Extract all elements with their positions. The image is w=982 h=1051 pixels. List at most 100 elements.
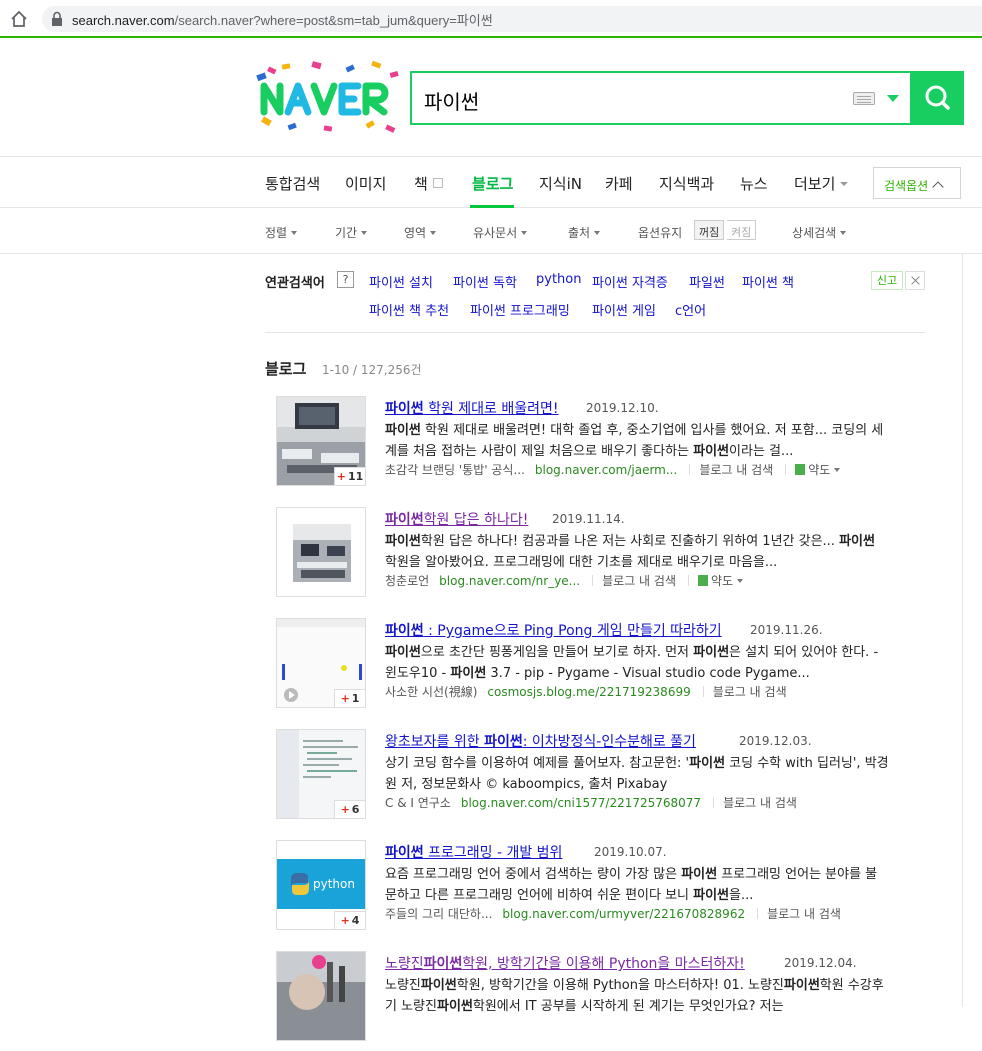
result-title[interactable]: 노량진파이썬학원, 방학기간을 이용해 Python을 마스터하자!: [385, 953, 745, 973]
related-link[interactable]: 파이썬 설치: [369, 272, 433, 291]
result-item: 1 파이썬 : Pygame으로 Ping Pong 게임 만들기 따라하기 2…: [276, 618, 936, 718]
result-snippet: 요즘 프로그래밍 언어 중에서 검색하는 량이 가장 많은 파이썬 프로그래밍 …: [385, 867, 878, 903]
related-link[interactable]: 파이썬 책 추천: [369, 300, 449, 319]
in-blog-search-link[interactable]: 블로그 내 검색: [767, 907, 841, 921]
related-link[interactable]: python: [536, 272, 581, 287]
result-date: 2019.12.10.: [586, 401, 659, 415]
map-link[interactable]: 약도: [711, 574, 733, 588]
filter-area[interactable]: 영역: [404, 224, 437, 241]
filter-source[interactable]: 출처: [568, 224, 601, 241]
report-button[interactable]: 신고: [871, 271, 903, 290]
related-link[interactable]: 파이썬 독학: [453, 272, 517, 291]
caret-down-icon[interactable]: [737, 579, 744, 583]
related-link[interactable]: 파이썬 프로그래밍: [470, 300, 570, 319]
python-wordmark: python: [313, 877, 355, 891]
filter-similar[interactable]: 유사문서: [473, 224, 528, 241]
photo-count-badge: 11: [334, 467, 365, 485]
help-icon[interactable]: ?: [337, 271, 354, 288]
result-title[interactable]: 파이썬 학원 제대로 배울려면!: [385, 398, 559, 418]
tab-encyclopedia[interactable]: 지식백과: [659, 173, 714, 194]
search-button[interactable]: [910, 71, 964, 125]
url-text[interactable]: search.naver.com/search.naver?where=post…: [72, 10, 493, 29]
result-thumbnail[interactable]: python 4: [276, 840, 366, 930]
search-box: 파이썬: [410, 71, 964, 125]
result-source: C & I 연구소 blog.naver.com/cni1577/22172576…: [385, 794, 797, 811]
in-blog-search-link[interactable]: 블로그 내 검색: [723, 796, 797, 810]
search-options-label: 검색옵션: [884, 179, 929, 193]
related-link[interactable]: 파이썬 자격증: [592, 272, 668, 291]
result-item: 6 왕초보자를 위한 파이썬: 이차방정식-인수분해로 풀기 2019.12.0…: [276, 729, 936, 829]
tab-books-label: 책: [414, 175, 428, 193]
search-options-button[interactable]: 검색옵션: [873, 167, 961, 199]
search-tabs: 통합검색 이미지 책 블로그 지식iN 카페 지식백과 뉴스 더보기 검색옵션: [0, 156, 982, 208]
naver-logo[interactable]: [254, 60, 402, 136]
blog-name[interactable]: 청춘로언: [385, 574, 429, 588]
result-snippet: 노량진파이썬학원, 방학기간을 이용해 Python을 마스터하자! 01. 노…: [385, 978, 884, 1014]
result-source: 사소한 시선(視線) cosmosjs.blog.me/221719238699 블…: [385, 683, 787, 700]
tab-more[interactable]: 더보기: [794, 173, 849, 194]
lock-icon: [52, 11, 62, 26]
tab-news[interactable]: 뉴스: [740, 173, 768, 194]
in-blog-search-link[interactable]: 블로그 내 검색: [602, 574, 676, 588]
result-item: 11 파이썬 학원 제대로 배울려면! 2019.12.10. 파이썬 학원 제…: [276, 396, 936, 496]
result-thumbnail[interactable]: [276, 507, 366, 597]
search-icon: [925, 85, 950, 110]
result-thumbnail[interactable]: 11: [276, 396, 366, 486]
map-icon: [698, 575, 708, 586]
home-icon[interactable]: [10, 10, 28, 28]
filter-detail[interactable]: 상세검색: [792, 224, 847, 241]
map-icon: [795, 464, 806, 475]
result-thumbnail[interactable]: 6: [276, 729, 366, 819]
result-url[interactable]: blog.naver.com/urmyver/221670828962: [502, 907, 745, 921]
filter-period[interactable]: 기간: [335, 224, 368, 241]
autocomplete-toggle-icon[interactable]: [887, 95, 899, 102]
caret-down-icon: [291, 231, 298, 235]
result-url[interactable]: blog.naver.com/nr_ye...: [439, 574, 580, 588]
result-thumbnail[interactable]: [276, 951, 366, 1041]
result-url[interactable]: blog.naver.com/cni1577/221725768077: [461, 796, 701, 810]
address-bar: search.naver.com/search.naver?where=post…: [0, 0, 982, 38]
tab-images[interactable]: 이미지: [345, 173, 386, 194]
in-blog-search-link[interactable]: 블로그 내 검색: [713, 685, 787, 699]
result-thumbnail[interactable]: 1: [276, 618, 366, 708]
tab-all[interactable]: 통합검색: [265, 173, 320, 194]
close-icon[interactable]: [905, 271, 925, 290]
section-title: 블로그: [265, 360, 307, 378]
in-blog-search-link[interactable]: 블로그 내 검색: [699, 463, 773, 477]
blog-name[interactable]: C & I 연구소: [385, 796, 451, 810]
blog-name[interactable]: 주들의 그리 대단하...: [385, 907, 492, 921]
result-item: python 4 파이썬 프로그래밍 - 개발 범위 2019.10.07. 요…: [276, 840, 936, 940]
map-link[interactable]: 약도: [808, 463, 830, 477]
result-title[interactable]: 파이썬 프로그래밍 - 개발 범위: [385, 842, 562, 862]
result-item: 노량진파이썬학원, 방학기간을 이용해 Python을 마스터하자! 2019.…: [276, 951, 936, 1051]
blog-name[interactable]: 사소한 시선(視線): [385, 685, 477, 699]
result-url[interactable]: blog.naver.com/jaerm...: [535, 463, 677, 477]
person-photo: [277, 952, 365, 1040]
related-link[interactable]: 파일썬: [689, 272, 725, 291]
result-title[interactable]: 파이썬학원 답은 하나다!: [385, 509, 528, 529]
blog-name[interactable]: 초감각 브랜딩 '통밥' 공식...: [385, 463, 525, 477]
keep-options-off[interactable]: 꺼짐: [694, 220, 725, 240]
keep-options-on[interactable]: 켜짐: [727, 220, 757, 240]
related-link[interactable]: 파이썬 책: [742, 272, 794, 291]
result-url[interactable]: cosmosjs.blog.me/221719238699: [487, 685, 690, 699]
tab-blog[interactable]: 블로그: [472, 173, 513, 194]
book-icon: [432, 178, 443, 188]
result-snippet: 파이썬 학원 제대로 배울려면! 대학 졸업 후, 중소기업에 입사를 했어요.…: [385, 423, 884, 459]
result-source: 주들의 그리 대단하... blog.naver.com/urmyver/2216…: [385, 905, 841, 922]
result-title[interactable]: 파이썬 : Pygame으로 Ping Pong 게임 만들기 따라하기: [385, 620, 722, 640]
search-input[interactable]: 파이썬: [424, 86, 479, 115]
filter-sort[interactable]: 정렬: [265, 224, 298, 241]
divider: [962, 254, 963, 1007]
related-link[interactable]: 파이썬 게임: [592, 300, 656, 319]
caret-down-icon[interactable]: [834, 468, 841, 472]
chevron-up-icon: [932, 181, 944, 193]
tab-books[interactable]: 책: [414, 173, 443, 194]
result-title[interactable]: 왕초보자를 위한 파이썬: 이차방정식-인수분해로 풀기: [385, 731, 696, 751]
result-count: 1-10 / 127,256건: [322, 363, 422, 377]
result-source: 청춘로언 blog.naver.com/nr_ye... 블로그 내 검색 약도: [385, 572, 744, 589]
tab-cafe[interactable]: 카페: [605, 173, 633, 194]
keyboard-icon[interactable]: [853, 92, 875, 105]
related-link[interactable]: c언어: [675, 300, 706, 319]
tab-kin[interactable]: 지식iN: [539, 173, 582, 194]
